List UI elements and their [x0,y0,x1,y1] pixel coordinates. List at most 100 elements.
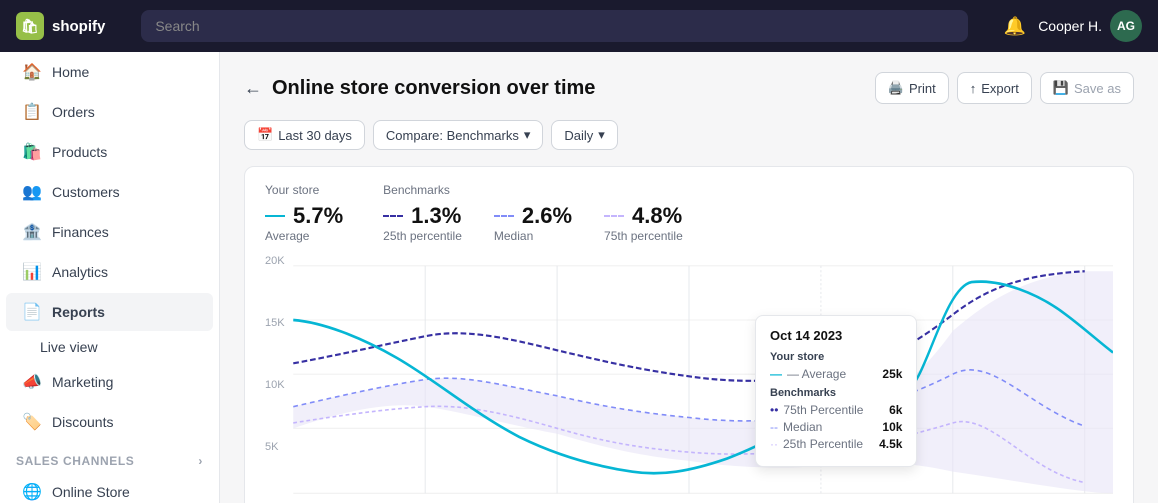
sidebar-item-online-store[interactable]: 🌐 Online Store [6,473,213,503]
tooltip-average-row: — — Average 25k [770,367,902,381]
tooltip-p75-label: •• 75th Percentile [770,403,863,417]
solid-line-indicator [265,215,285,217]
chart-tooltip: Oct 14 2023 Your store — — Average 25k B… [755,315,917,467]
expand-icon[interactable]: › [198,454,203,468]
bench2-stat: 2.6% Median [494,203,572,243]
print-icon: 🖨️ [888,80,904,96]
dashed-dark-indicator [383,215,403,217]
export-label: Export [981,81,1019,96]
back-button[interactable]: ← [244,78,262,99]
compare-label: Compare: Benchmarks [386,128,519,143]
sidebar-label-online-store: Online Store [52,484,130,500]
sidebar-item-reports[interactable]: 📄 Reports [6,293,213,331]
page-title: Online store conversion over time [272,77,595,100]
interval-filter[interactable]: Daily ▾ [551,120,617,150]
sidebar-item-marketing[interactable]: 📣 Marketing [6,363,213,401]
orders-icon: 📋 [22,102,42,122]
tooltip-p25-value: 4.5k [879,437,902,451]
tooltip-median-value: 10k [882,420,902,434]
bench2-value: 2.6% [494,203,572,229]
sidebar-label-marketing: Marketing [52,374,113,390]
tooltip-average-label: — — Average [770,367,846,381]
sidebar-label-reports: Reports [52,304,105,320]
dashed-light-indicator [604,215,624,217]
sidebar-label-products: Products [52,144,107,160]
save-icon: 💾 [1053,80,1069,96]
sidebar-label-orders: Orders [52,104,95,120]
tooltip-median-label: -- Median [770,420,822,434]
bench3-stat: 4.8% 75th percentile [604,203,683,243]
search-input[interactable] [141,10,967,42]
user-name: Cooper H. [1038,18,1102,34]
sidebar-item-products[interactable]: 🛍️ Products [6,133,213,171]
export-icon: ↑ [970,81,977,96]
sidebar-label-customers: Customers [52,184,120,200]
discounts-icon: 🏷️ [22,412,42,432]
date-range-filter[interactable]: 📅 Last 30 days [244,120,365,150]
your-store-stat: 5.7% Average [265,203,343,243]
sales-channels-section: Sales channels › [0,446,219,472]
nav-right: 🔔 Cooper H. AG [1004,10,1142,42]
tooltip-p25-row: ·· 25th Percentile 4.5k [770,437,902,451]
export-button[interactable]: ↑ Export [957,72,1032,104]
interval-chevron-icon: ▾ [598,127,605,143]
benchmarks-group: Benchmarks 1.3% 25th percentile [383,183,683,243]
reports-icon: 📄 [22,302,42,322]
sidebar-item-customers[interactable]: 👥 Customers [6,173,213,211]
your-store-value: 5.7% [265,203,343,229]
sidebar-item-finances[interactable]: 🏦 Finances [6,213,213,251]
save-label: Save as [1074,81,1121,96]
shopify-bag-icon: 🛍 [16,12,44,40]
page-header: ← Online store conversion over time 🖨️ P… [244,72,1134,104]
notifications-button[interactable]: 🔔 [1004,16,1026,37]
bench1-value: 1.3% [383,203,462,229]
marketing-icon: 📣 [22,372,42,392]
sidebar: 🏠 Home 📋 Orders 🛍️ Products 👥 Customers … [0,52,220,503]
benchmarks-row: 1.3% 25th percentile 2.6% Median [383,203,683,243]
print-label: Print [909,81,936,96]
chart-panel: Your store 5.7% Average Benchmarks [244,166,1134,503]
tooltip-average-value: 25k [882,367,902,381]
tooltip-p75-row: •• 75th Percentile 6k [770,403,902,417]
date-range-label: Last 30 days [278,128,352,143]
bench3-value: 4.8% [604,203,683,229]
tooltip-date: Oct 14 2023 [770,328,902,343]
sidebar-item-orders[interactable]: 📋 Orders [6,93,213,131]
bench3-label: 75th percentile [604,229,683,243]
avatar: AG [1110,10,1142,42]
chart-container: 20K 15K 10K 5K 0 [265,255,1113,503]
tooltip-bench-section: Benchmarks [770,387,902,399]
sidebar-item-home[interactable]: 🏠 Home [6,53,213,91]
sidebar-label-analytics: Analytics [52,264,108,280]
chart-svg [265,255,1113,503]
calendar-icon: 📅 [257,127,273,143]
your-store-group: Your store 5.7% Average [265,183,343,243]
sidebar-item-analytics[interactable]: 📊 Analytics [6,253,213,291]
benchmarks-group-label: Benchmarks [383,183,683,197]
main-layout: 🏠 Home 📋 Orders 🛍️ Products 👥 Customers … [0,52,1158,503]
your-store-row: 5.7% Average [265,203,343,243]
chevron-down-icon: ▾ [524,127,531,143]
sidebar-label-finances: Finances [52,224,109,240]
print-button[interactable]: 🖨️ Print [875,72,949,104]
dashed-med-indicator [494,215,514,217]
analytics-icon: 📊 [22,262,42,282]
sidebar-item-live-view[interactable]: Live view [0,332,219,362]
filters-bar: 📅 Last 30 days Compare: Benchmarks ▾ Dai… [244,120,1134,150]
bench1-stat: 1.3% 25th percentile [383,203,462,243]
sales-channels-label: Sales channels [16,454,134,468]
top-navigation: 🛍 shopify 🔔 Cooper H. AG [0,0,1158,52]
online-store-icon: 🌐 [22,482,42,502]
customers-icon: 👥 [22,182,42,202]
sidebar-label-discounts: Discounts [52,414,113,430]
compare-filter[interactable]: Compare: Benchmarks ▾ [373,120,543,150]
bench1-label: 25th percentile [383,229,462,243]
user-info: Cooper H. AG [1038,10,1142,42]
logo-text: shopify [52,18,105,35]
header-actions: 🖨️ Print ↑ Export 💾 Save as [875,72,1134,104]
sidebar-item-discounts[interactable]: 🏷️ Discounts [6,403,213,441]
tooltip-median-row: -- Median 10k [770,420,902,434]
your-store-sublabel: Average [265,229,343,243]
bench2-label: Median [494,229,572,243]
save-as-button[interactable]: 💾 Save as [1040,72,1134,104]
